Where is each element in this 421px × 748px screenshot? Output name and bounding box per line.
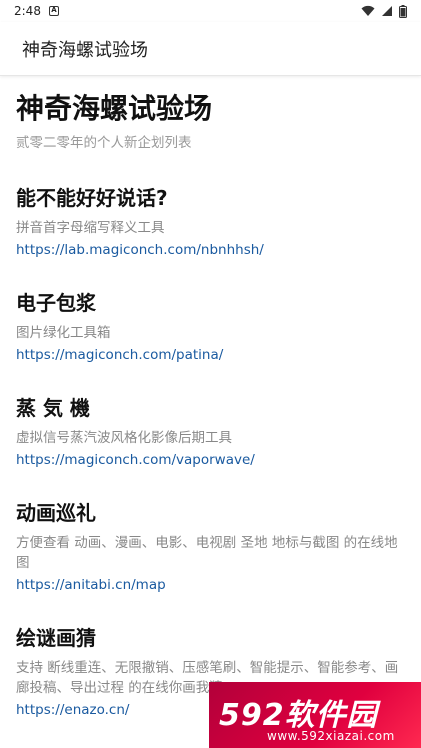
wifi-icon [361, 5, 375, 16]
page-title: 神奇海螺试验场 [16, 92, 213, 125]
project-link[interactable]: https://anitabi.cn/map [16, 575, 166, 595]
project-description: 方便查看 动画、漫画、电影、电视剧 圣地 地标与截图 的在线地图 [16, 535, 398, 571]
main-content: 神奇海螺试验场 贰零二零年的个人新企划列表 能不能好好说话? 拼音首字母缩写释义… [0, 76, 421, 720]
project-title: 动画巡礼 [16, 501, 96, 525]
signal-icon [382, 6, 392, 16]
project-link[interactable]: https://magiconch.com/vaporwave/ [16, 450, 255, 470]
project-link[interactable]: https://magiconch.com/patina/ [16, 345, 223, 365]
site-watermark-logo: 592软件园 www.592xiazai.com [209, 682, 421, 748]
project-item-vaporwave: 蒸 気 機 虚拟信号蒸汽波风格化影像后期工具 https://magiconch… [16, 395, 405, 470]
project-item-patina: 电子包浆 图片绿化工具箱 https://magiconch.com/patin… [16, 290, 405, 365]
watermark-brand: 592软件园 [219, 698, 378, 733]
status-time: 2:48 [14, 4, 41, 18]
status-left: 2:48 A [14, 4, 59, 18]
project-link[interactable]: https://enazo.cn/ [16, 700, 129, 720]
page-subtitle: 贰零二零年的个人新企划列表 [16, 135, 192, 151]
status-right [361, 4, 407, 18]
project-title: 电子包浆 [16, 291, 96, 315]
project-item-nbnhhsh: 能不能好好说话? 拼音首字母缩写释义工具 https://lab.magicon… [16, 185, 405, 260]
project-link[interactable]: https://lab.magiconch.com/nbnhhsh/ [16, 240, 264, 260]
notification-a-icon: A [48, 6, 59, 16]
battery-icon [399, 4, 407, 18]
app-bar: 神奇海螺试验场 [0, 22, 421, 76]
project-title: 能不能好好说话? [16, 186, 168, 210]
watermark-url: www.592xiazai.com [267, 729, 395, 743]
project-description: 虚拟信号蒸汽波风格化影像后期工具 [16, 430, 232, 446]
project-description: 图片绿化工具箱 [16, 325, 111, 341]
project-title: 蒸 気 機 [16, 396, 90, 420]
project-description: 拼音首字母缩写释义工具 [16, 220, 165, 236]
project-title: 绘谜画猜 [16, 626, 96, 650]
app-bar-title: 神奇海螺试验场 [22, 39, 148, 61]
project-item-anitabi: 动画巡礼 方便查看 动画、漫画、电影、电视剧 圣地 地标与截图 的在线地图 ht… [16, 500, 405, 595]
status-bar: 2:48 A [0, 0, 421, 22]
